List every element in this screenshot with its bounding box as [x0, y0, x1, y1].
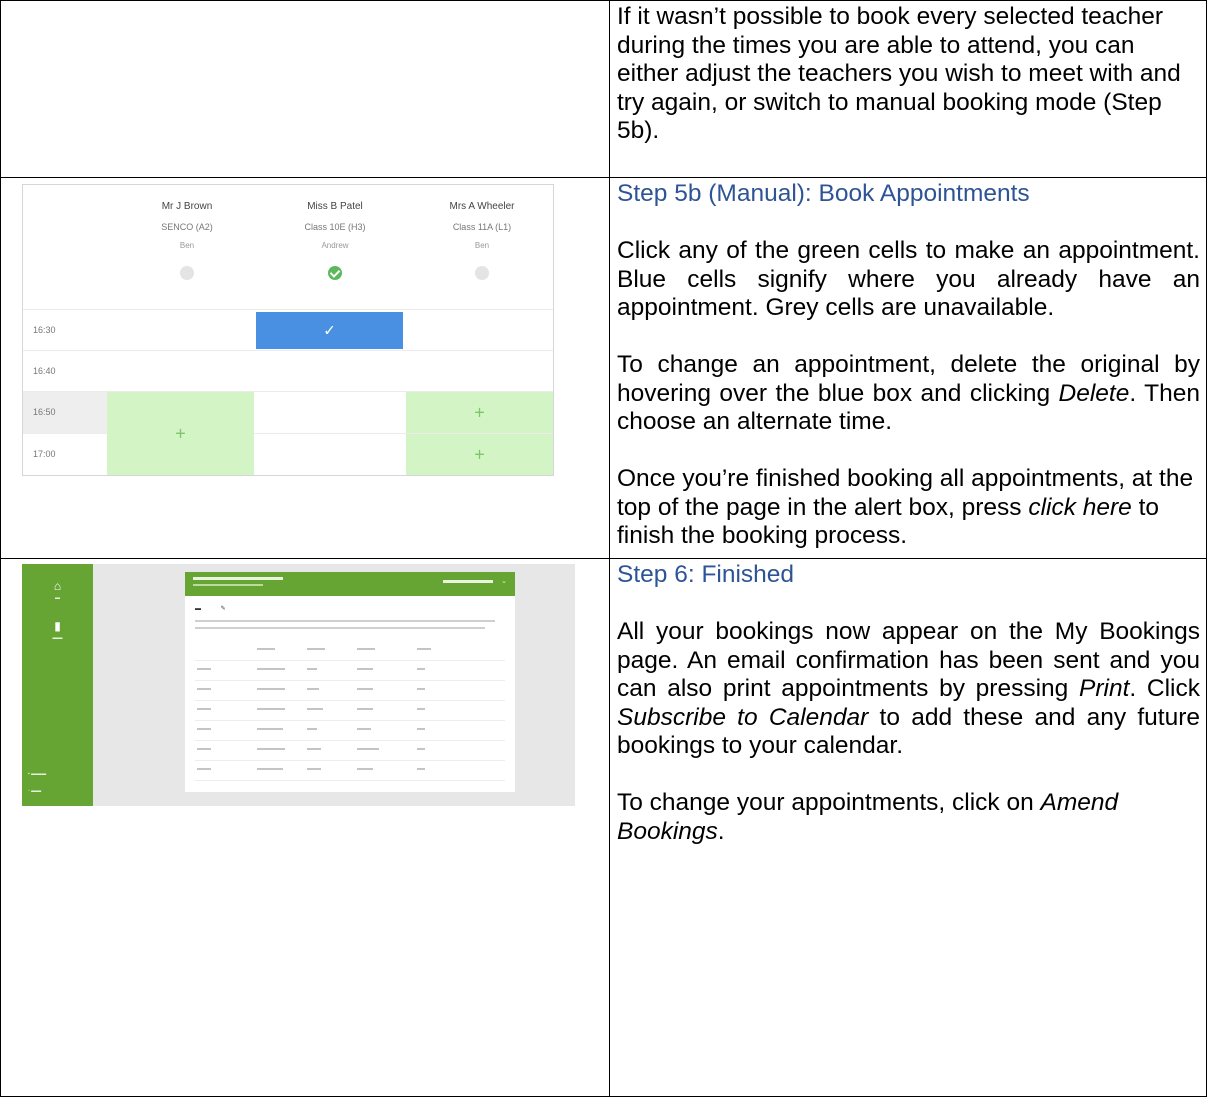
- time-label: 16:40: [33, 366, 56, 376]
- step-6-heading: Step 6: Finished: [617, 561, 795, 588]
- intro-paragraph: If it wasn’t possible to book every sele…: [617, 3, 1181, 144]
- step-5b-text-cell: Step 5b (Manual): Book Appointments Clic…: [609, 177, 1207, 559]
- teacher-class: Class 10E (H3): [304, 222, 366, 232]
- booked-appointment-cell[interactable]: ✓: [256, 312, 403, 349]
- teacher-class: Class 11A (L1): [452, 222, 512, 232]
- table-row-step-5b: Mr J Brown SENCO (A2) Ben Miss B Patel C…: [0, 177, 1207, 559]
- time-label: 16:30: [33, 325, 56, 335]
- panel-toolbar: ▬ ✎: [195, 605, 244, 612]
- sidebar-item-bookings[interactable]: ▮ ▬▬: [22, 620, 93, 641]
- print-term: Print: [1079, 675, 1130, 702]
- sidebar-item-home[interactable]: ⌂ ▬: [22, 580, 93, 601]
- teacher-selected-check-icon[interactable]: [328, 266, 342, 280]
- pencil-icon[interactable]: ✎: [221, 606, 226, 612]
- step-5b-paragraph-2: To change an appointment, delete the ori…: [617, 351, 1200, 435]
- time-label: 17:00: [33, 449, 56, 459]
- teacher-name: Mr J Brown: [161, 201, 213, 212]
- sidebar: ⌂ ▬ ▮ ▬▬ ▪ ▬▬▬ ▫ ▬▬: [22, 564, 93, 806]
- instructions-table: If it wasn’t possible to book every sele…: [0, 0, 1207, 1097]
- plus-icon: +: [474, 444, 485, 464]
- my-bookings-screenshot: ⌂ ▬ ▮ ▬▬ ▪ ▬▬▬ ▫ ▬▬ ⌄ ▬ ✎: [22, 564, 575, 806]
- table-row-intro: If it wasn’t possible to book every sele…: [0, 0, 1207, 178]
- sidebar-item-logout[interactable]: ▫ ▬▬: [28, 788, 41, 794]
- step-6-text-cell: Step 6: Finished All your bookings now a…: [609, 558, 1207, 1097]
- home-icon: ⌂: [53, 579, 62, 593]
- pupil-name: Andrew: [321, 241, 349, 250]
- table-row-step-6: ⌂ ▬ ▮ ▬▬ ▪ ▬▬▬ ▫ ▬▬ ⌄ ▬ ✎ Step 6: Finish…: [0, 558, 1207, 1097]
- panel-header: ⌄: [185, 572, 515, 596]
- teacher-column-3: Mrs A Wheeler Class 11A (L1) Ben: [407, 201, 553, 280]
- teacher-name: Miss B Patel: [307, 201, 363, 212]
- pupil-name: Ben: [474, 241, 490, 250]
- teacher-select-toggle[interactable]: [475, 266, 489, 280]
- bookings-panel: ⌄ ▬ ✎: [185, 572, 515, 792]
- time-label: 16:50: [23, 392, 107, 433]
- bookings-screenshot-cell: ⌂ ▬ ▮ ▬▬ ▪ ▬▬▬ ▫ ▬▬ ⌄ ▬ ✎: [0, 558, 610, 1097]
- teacher-column-1: Mr J Brown SENCO (A2) Ben: [112, 201, 262, 280]
- step-5b-paragraph-3: Once you’re finished booking all appoint…: [617, 465, 1194, 549]
- chevron-down-icon[interactable]: ⌄: [501, 577, 507, 585]
- step-6-paragraph-1: All your bookings now appear on the My B…: [617, 618, 1200, 759]
- step-6-paragraph-2: To change your appointments, click on Am…: [617, 789, 1119, 845]
- intro-text-cell: If it wasn’t possible to book every sele…: [609, 0, 1207, 178]
- teacher-class: SENCO (A2): [161, 222, 213, 232]
- pupil-name: Ben: [179, 241, 195, 250]
- blank-cell: [0, 0, 610, 178]
- available-slot-cell[interactable]: +: [406, 392, 553, 433]
- sidebar-item-switch[interactable]: ▪ ▬▬▬: [28, 771, 46, 777]
- teacher-column-2: Miss B Patel Class 10E (H3) Andrew: [260, 201, 410, 280]
- click-here-term: click here: [1028, 493, 1132, 521]
- available-slot-cell[interactable]: +: [107, 392, 254, 475]
- step-5b-paragraph-1: Click any of the green cells to make an …: [617, 237, 1200, 321]
- check-icon: ✓: [323, 322, 336, 339]
- print-icon[interactable]: ▬: [195, 606, 201, 612]
- available-slot-cell[interactable]: +: [406, 434, 553, 475]
- teacher-select-toggle[interactable]: [180, 266, 194, 280]
- document-icon: ▮: [54, 619, 61, 633]
- grid-screenshot-cell: Mr J Brown SENCO (A2) Ben Miss B Patel C…: [0, 177, 610, 559]
- plus-icon: +: [474, 402, 485, 422]
- delete-term: Delete: [1058, 379, 1130, 407]
- teacher-name: Mrs A Wheeler: [449, 201, 515, 212]
- subscribe-term: Subscribe to Calendar: [617, 703, 869, 731]
- booking-grid-screenshot: Mr J Brown SENCO (A2) Ben Miss B Patel C…: [22, 184, 554, 476]
- plus-icon: +: [175, 423, 186, 443]
- step-5b-heading: Step 5b (Manual): Book Appointments: [617, 180, 1030, 207]
